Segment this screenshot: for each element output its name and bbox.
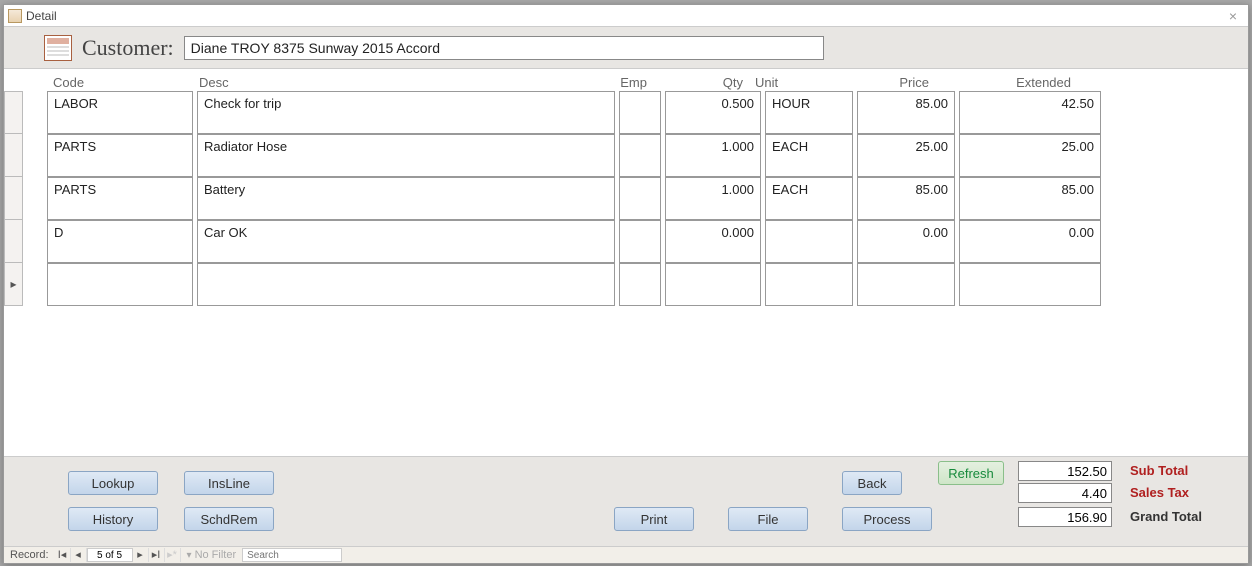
- grid: Code Desc Emp Qty Unit Price Extended LA…: [4, 69, 1248, 306]
- cell-code[interactable]: PARTS: [47, 177, 193, 220]
- search-input[interactable]: [242, 548, 342, 562]
- col-price: Price: [837, 75, 935, 90]
- cell-ext[interactable]: 42.50: [959, 91, 1101, 134]
- cell-qty[interactable]: 1.000: [665, 134, 761, 177]
- row-selector-new[interactable]: ▸: [4, 263, 23, 306]
- cell-emp[interactable]: [619, 263, 661, 306]
- cell-qty[interactable]: 0.500: [665, 91, 761, 134]
- header-band: Customer:: [4, 27, 1248, 69]
- col-extended: Extended: [935, 75, 1077, 90]
- cell-qty[interactable]: 0.000: [665, 220, 761, 263]
- salestax-value[interactable]: 4.40: [1018, 483, 1112, 503]
- cell-desc[interactable]: [197, 263, 615, 306]
- window-title: Detail: [26, 9, 1222, 23]
- cell-desc[interactable]: Car OK: [197, 220, 615, 263]
- col-qty: Qty: [653, 75, 749, 90]
- nav-first-icon[interactable]: I◂: [55, 548, 71, 562]
- customer-form-icon: [44, 35, 72, 61]
- cell-qty[interactable]: [665, 263, 761, 306]
- cell-desc[interactable]: Radiator Hose: [197, 134, 615, 177]
- cell-emp[interactable]: [619, 91, 661, 134]
- nav-prev-icon[interactable]: ◂: [71, 548, 87, 562]
- cell-unit[interactable]: [765, 263, 853, 306]
- customer-field[interactable]: [184, 36, 824, 60]
- refresh-button[interactable]: Refresh: [938, 461, 1004, 485]
- record-position[interactable]: [87, 548, 133, 562]
- grandtotal-value[interactable]: 156.90: [1018, 507, 1112, 527]
- nav-next-icon[interactable]: ▸: [133, 548, 149, 562]
- cell-ext[interactable]: 25.00: [959, 134, 1101, 177]
- cell-emp[interactable]: [619, 134, 661, 177]
- grandtotal-label: Grand Total: [1130, 509, 1202, 524]
- cell-price[interactable]: 85.00: [857, 177, 955, 220]
- cell-qty[interactable]: 1.000: [665, 177, 761, 220]
- table-row: PARTS Radiator Hose 1.000 EACH 25.00 25.…: [4, 134, 1248, 177]
- nav-last-icon[interactable]: ▸I: [149, 548, 165, 562]
- table-row: LABOR Check for trip 0.500 HOUR 85.00 42…: [4, 91, 1248, 134]
- col-emp: Emp: [611, 75, 653, 90]
- cell-ext[interactable]: [959, 263, 1101, 306]
- process-button[interactable]: Process: [842, 507, 932, 531]
- table-row-new: ▸: [4, 263, 1248, 306]
- funnel-icon: ▾: [187, 550, 192, 561]
- cell-emp[interactable]: [619, 220, 661, 263]
- subtotal-value[interactable]: 152.50: [1018, 461, 1112, 481]
- cell-price[interactable]: 85.00: [857, 91, 955, 134]
- print-button[interactable]: Print: [614, 507, 694, 531]
- table-row: PARTS Battery 1.000 EACH 85.00 85.00: [4, 177, 1248, 220]
- cell-price[interactable]: 25.00: [857, 134, 955, 177]
- footer-band: Lookup InsLine History SchdRem Print Fil…: [4, 456, 1248, 546]
- subtotal-label: Sub Total: [1130, 463, 1188, 478]
- col-unit: Unit: [749, 75, 837, 90]
- cell-code[interactable]: D: [47, 220, 193, 263]
- cell-code[interactable]: [47, 263, 193, 306]
- cell-unit[interactable]: EACH: [765, 134, 853, 177]
- file-button[interactable]: File: [728, 507, 808, 531]
- schdrem-button[interactable]: SchdRem: [184, 507, 274, 531]
- col-code: Code: [47, 75, 193, 90]
- row-selector[interactable]: [4, 177, 23, 220]
- history-button[interactable]: History: [68, 507, 158, 531]
- row-selector[interactable]: [4, 134, 23, 177]
- salestax-label: Sales Tax: [1130, 485, 1189, 500]
- col-desc: Desc: [193, 75, 611, 90]
- cell-unit[interactable]: EACH: [765, 177, 853, 220]
- row-selector[interactable]: [4, 220, 23, 263]
- record-label: Record:: [4, 549, 55, 561]
- cell-ext[interactable]: 0.00: [959, 220, 1101, 263]
- cell-code[interactable]: PARTS: [47, 134, 193, 177]
- table-row: D Car OK 0.000 0.00 0.00: [4, 220, 1248, 263]
- statusbar: Record: I◂ ◂ ▸ ▸I ▸* ▾ No Filter: [4, 546, 1248, 563]
- no-filter[interactable]: ▾ No Filter: [181, 549, 243, 561]
- detail-window: Detail × Customer: Code Desc Emp Qty Uni…: [3, 4, 1249, 564]
- customer-label: Customer:: [82, 35, 174, 61]
- column-headers: Code Desc Emp Qty Unit Price Extended: [4, 69, 1248, 91]
- cell-price[interactable]: 0.00: [857, 220, 955, 263]
- nav-new-icon[interactable]: ▸*: [165, 548, 181, 562]
- cell-price[interactable]: [857, 263, 955, 306]
- insline-button[interactable]: InsLine: [184, 471, 274, 495]
- form-icon: [8, 9, 22, 23]
- cell-ext[interactable]: 85.00: [959, 177, 1101, 220]
- back-button[interactable]: Back: [842, 471, 902, 495]
- lookup-button[interactable]: Lookup: [68, 471, 158, 495]
- cell-desc[interactable]: Battery: [197, 177, 615, 220]
- cell-emp[interactable]: [619, 177, 661, 220]
- row-selector[interactable]: [4, 91, 23, 134]
- cell-unit[interactable]: [765, 220, 853, 263]
- no-filter-label: No Filter: [195, 549, 237, 561]
- cell-desc[interactable]: Check for trip: [197, 91, 615, 134]
- cell-code[interactable]: LABOR: [47, 91, 193, 134]
- cell-unit[interactable]: HOUR: [765, 91, 853, 134]
- close-icon[interactable]: ×: [1222, 8, 1244, 24]
- titlebar: Detail ×: [4, 5, 1248, 27]
